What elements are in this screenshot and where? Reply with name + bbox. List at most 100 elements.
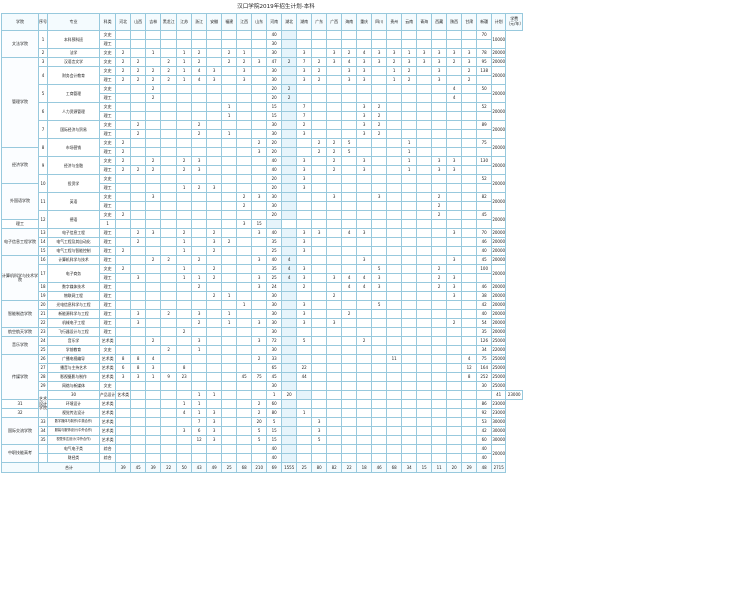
quota-cell xyxy=(145,291,162,301)
quota-cell xyxy=(236,354,253,364)
quota-cell xyxy=(236,210,253,220)
plan-total-cell: 38 xyxy=(476,291,493,301)
quota-cell xyxy=(386,129,403,139)
quota-cell xyxy=(386,426,403,436)
quota-cell xyxy=(386,102,403,112)
table-row: 电子信息工程学院 13 电子信息工程 理工 2 3 2 2 3 40 3 3 4 3 3 70 20000 xyxy=(1,228,523,256)
quota-cell: 2 xyxy=(206,264,223,274)
row-number-cell: 8 xyxy=(38,138,48,157)
quota-cell xyxy=(130,345,147,355)
quota-cell xyxy=(386,30,403,40)
table-row: 35 视觉传达设计(中外合作) 艺术类 12 3 5 15 5 60 30000 xyxy=(2,435,523,445)
quota-cell: 1 xyxy=(401,48,418,58)
quota-cell: 2 xyxy=(341,48,358,58)
quota-cell xyxy=(416,453,433,463)
quota-cell xyxy=(130,399,147,409)
quota-cell xyxy=(446,30,463,40)
quota-cell xyxy=(176,174,193,184)
fee-cell: 20000 xyxy=(491,327,507,337)
quota-cell xyxy=(115,273,132,283)
quota-cell xyxy=(431,129,448,139)
quota-cell: 2 xyxy=(401,66,418,76)
major-cell: 视觉传达设计 xyxy=(47,408,100,418)
quota-cell xyxy=(356,192,373,202)
quota-cell xyxy=(356,444,373,454)
quota-cell xyxy=(115,102,132,112)
quota-cell xyxy=(431,255,448,265)
quota-cell xyxy=(326,309,343,319)
plan-total-cell xyxy=(476,111,493,121)
quota-cell xyxy=(386,309,403,319)
quota-cell: 2 xyxy=(296,120,313,130)
quota-cell: 2 xyxy=(296,282,313,292)
quota-cell: 1 xyxy=(191,390,208,400)
column-header: 序号 xyxy=(38,13,48,31)
quota-cell xyxy=(206,309,223,319)
quota-cell xyxy=(160,30,178,40)
quota-cell xyxy=(371,327,388,337)
quota-cell xyxy=(326,39,343,49)
quota-cell xyxy=(130,156,147,166)
quota-cell xyxy=(311,219,328,229)
table-row: 2 法学 文史 2 1 1 2 2 1 30 3 3 2 4 3 3 1 3 3 3 3 78 20000 xyxy=(2,48,523,58)
quota-cell: 1 xyxy=(176,273,193,283)
quota-cell xyxy=(386,417,403,427)
quota-cell xyxy=(356,93,373,103)
quota-cell xyxy=(341,408,358,418)
quota-cell xyxy=(115,327,132,337)
column-header: 山东 xyxy=(251,13,268,31)
college-cell: 智能制造学院 xyxy=(1,300,39,328)
quota-cell: 3 xyxy=(341,66,358,76)
quota-cell: 1 xyxy=(176,66,193,76)
fee-cell: 25000 xyxy=(491,363,507,373)
quota-cell xyxy=(236,336,253,346)
college-cell: 外国语学院 xyxy=(1,183,39,220)
quota-cell xyxy=(371,444,388,454)
quota-cell xyxy=(416,93,433,103)
quota-cell xyxy=(206,93,223,103)
quota-cell xyxy=(326,93,343,103)
quota-cell xyxy=(401,93,418,103)
quota-cell xyxy=(326,120,343,130)
quota-cell xyxy=(130,435,147,445)
major-cell: 工商管理 xyxy=(47,84,100,103)
quota-cell xyxy=(281,336,298,346)
fee-cell: 20000 xyxy=(491,66,507,85)
quota-cell xyxy=(356,264,373,274)
quota-cell xyxy=(176,444,193,454)
column-header: 河北 xyxy=(115,13,132,31)
quota-cell xyxy=(341,165,358,175)
quota-cell: 4 xyxy=(341,273,358,283)
quota-cell: 2 xyxy=(236,201,253,211)
province-total-cell: 39 xyxy=(145,462,162,473)
quota-cell: 3 xyxy=(251,318,268,328)
major-cell: 德语 xyxy=(47,210,100,229)
quota-cell xyxy=(236,345,253,355)
quota-cell: 1 xyxy=(176,399,193,409)
quota-cell xyxy=(296,138,313,148)
table-row: 计算机科学与技术学院 16 计算机科学与技术 理工 2 2 2 3 40 4 3 3 45 20000 xyxy=(1,255,523,301)
quota-cell: 45 xyxy=(266,372,283,382)
quota-cell xyxy=(176,453,193,463)
quota-cell: 20 xyxy=(266,147,283,157)
quota-cell xyxy=(401,228,418,238)
quota-cell: 2 xyxy=(251,138,268,148)
quota-cell: 30 xyxy=(266,75,283,85)
table-row: 25 学前教育 文史 2 1 30 34 22000 xyxy=(2,345,523,355)
quota-cell xyxy=(416,372,433,382)
column-header: 计划 xyxy=(491,13,507,31)
quota-cell xyxy=(446,201,463,211)
college-cell: 航空航天学院 xyxy=(1,327,39,337)
table-row: 29 网络与新媒体 文史 30 30 25000 xyxy=(2,381,523,391)
quota-cell: 3 xyxy=(446,228,463,238)
quota-cell xyxy=(251,309,268,319)
quota-cell xyxy=(130,246,147,256)
quota-cell xyxy=(326,246,343,256)
quota-cell xyxy=(160,426,178,436)
quota-cell xyxy=(446,327,463,337)
quota-cell xyxy=(191,246,208,256)
quota-cell xyxy=(145,264,162,274)
quota-cell xyxy=(191,354,208,364)
quota-cell: 3 xyxy=(206,408,223,418)
fee-cell: 20000 xyxy=(491,102,507,121)
